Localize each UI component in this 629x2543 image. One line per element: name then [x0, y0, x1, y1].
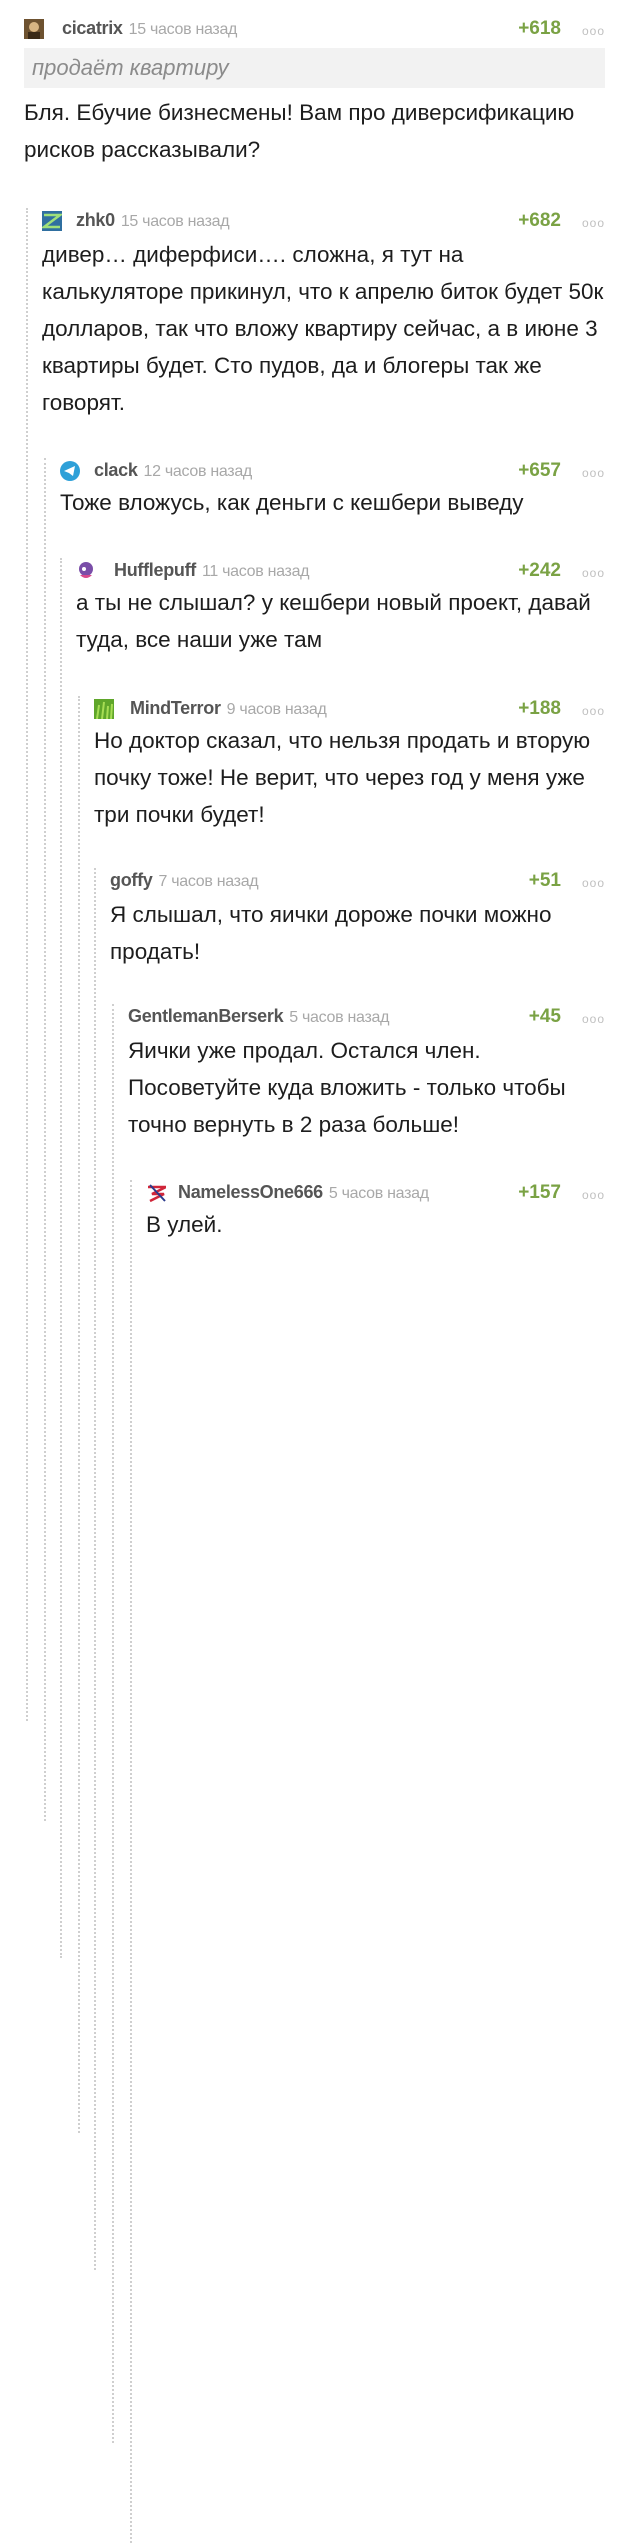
comment-text: Но доктор сказал, что нельзя продать и в…	[94, 728, 591, 827]
more-icon[interactable]: ooo	[582, 1012, 605, 1026]
comment: cicatrix 15 часов назад +618 ooo продаёт …	[24, 16, 605, 168]
avatar[interactable]	[42, 211, 62, 231]
zigzag-icon	[42, 211, 62, 231]
comment: clack 12 часов назад +657 ooo Тоже вложус…	[44, 458, 605, 1821]
timestamp[interactable]: 7 часов назад	[159, 873, 259, 890]
rating: +51	[528, 870, 561, 891]
comment: MindTerror 9 часов назад +188 ooo Но докт…	[78, 696, 605, 2133]
username-text[interactable]: Hufflepuff	[114, 560, 196, 580]
timestamp[interactable]: 15 часов назад	[121, 213, 230, 230]
more-icon[interactable]: ooo	[582, 876, 605, 890]
username-text[interactable]: NamelessOne666	[178, 1182, 323, 1202]
grass-icon	[94, 699, 114, 719]
username-text[interactable]: zhk0	[76, 210, 115, 230]
username[interactable]: goffy 7 часов назад	[110, 870, 259, 891]
username[interactable]: NamelessOne666 5 часов назад	[178, 1182, 429, 1203]
portrait-icon	[24, 19, 44, 39]
more-icon[interactable]: ooo	[582, 1188, 605, 1202]
rating: +618	[518, 18, 561, 39]
comment-header: cicatrix 15 часов назад +618 ooo	[24, 16, 605, 42]
timestamp[interactable]: 9 часов назад	[227, 701, 327, 718]
username[interactable]: Hufflepuff 11 часов назад	[114, 560, 310, 581]
pony-icon	[79, 562, 93, 578]
comment-text: Тоже вложусь, как деньги с кешбери вывед…	[60, 490, 524, 515]
thread-line[interactable]	[130, 1180, 132, 2543]
rating: +45	[528, 1006, 561, 1027]
telegram-icon	[60, 461, 80, 481]
comment-text: Я слышал, что яички дороже почки можно п…	[110, 902, 552, 964]
username[interactable]: clack 12 часов назад	[94, 460, 252, 481]
rating: +657	[518, 460, 561, 481]
comment-text: Бля. Ебучие бизнесмены! Вам про диверсиф…	[24, 100, 575, 162]
comment-header: clack 12 часов назад +657 ooo	[60, 458, 605, 484]
comment-header: Hufflepuff 11 часов назад +242 ooo	[76, 558, 605, 584]
username[interactable]: GentlemanBerserk 5 часов назад	[128, 1006, 389, 1027]
username-text[interactable]: cicatrix	[62, 18, 123, 38]
username-text[interactable]: MindTerror	[130, 698, 221, 718]
rating: +242	[518, 560, 561, 581]
rating: +157	[518, 1182, 561, 1203]
username[interactable]: MindTerror 9 часов назад	[130, 698, 327, 719]
comment: zhk0 15 часов назад +682 ooo дивер… дифер…	[26, 208, 605, 1721]
timestamp[interactable]: 11 часов назад	[202, 563, 310, 580]
comment-text: дивер… диферфиси…. сложна, я тут на каль…	[42, 242, 604, 415]
timestamp[interactable]: 15 часов назад	[129, 21, 238, 38]
more-icon[interactable]: ooo	[582, 704, 605, 718]
thread-line[interactable]	[26, 208, 28, 1721]
timestamp[interactable]: 5 часов назад	[289, 1009, 389, 1026]
more-icon[interactable]: ooo	[582, 24, 605, 38]
thread-line[interactable]	[60, 558, 62, 1958]
username-text[interactable]: goffy	[110, 870, 153, 890]
spiderman-logo-icon	[148, 1184, 166, 1203]
comment: NamelessOne666 5 часов назад +157 ooo В у…	[130, 1180, 605, 2543]
avatar[interactable]	[60, 461, 80, 481]
comment-text: а ты не слышал? у кешбери новый проект, …	[76, 590, 591, 652]
more-icon[interactable]: ooo	[582, 466, 605, 480]
thread-line[interactable]	[94, 868, 96, 2270]
avatar[interactable]	[76, 561, 96, 581]
story-quote[interactable]: продаёт квартиру	[24, 48, 605, 88]
avatar[interactable]	[146, 1183, 166, 1203]
username-text[interactable]: GentlemanBerserk	[128, 1006, 284, 1026]
comment-text: Яички уже продал. Остался член. Посовету…	[128, 1038, 566, 1137]
comment: goffy 7 часов назад +51 ooo Я слышал, что…	[94, 868, 605, 2270]
avatar[interactable]	[24, 19, 44, 39]
comment-header: NamelessOne666 5 часов назад +157 ooo	[146, 1180, 605, 1206]
comment-header: MindTerror 9 часов назад +188 ooo	[94, 696, 605, 722]
comment-header: GentlemanBerserk 5 часов назад +45 ooo	[128, 1004, 605, 1030]
thread-line[interactable]	[78, 696, 80, 2133]
username[interactable]: zhk0 15 часов назад	[76, 210, 230, 231]
thread-line[interactable]	[112, 1004, 114, 2443]
comment-text: В улей.	[146, 1212, 223, 1237]
avatar[interactable]	[94, 699, 114, 719]
more-icon[interactable]: ooo	[582, 566, 605, 580]
rating: +682	[518, 210, 561, 231]
timestamp[interactable]: 12 часов назад	[144, 463, 253, 480]
rating: +188	[518, 698, 561, 719]
timestamp[interactable]: 5 часов назад	[329, 1185, 429, 1202]
thread-line[interactable]	[44, 458, 46, 1821]
comment: GentlemanBerserk 5 часов назад +45 ooo Яи…	[112, 1004, 605, 2443]
comment-header: goffy 7 часов назад +51 ooo	[110, 868, 605, 894]
comment-header: zhk0 15 часов назад +682 ooo	[42, 208, 605, 234]
more-icon[interactable]: ooo	[582, 216, 605, 230]
comment: Hufflepuff 11 часов назад +242 ooo а ты н…	[60, 558, 605, 1958]
username-text[interactable]: clack	[94, 460, 138, 480]
username[interactable]: cicatrix 15 часов назад	[62, 18, 237, 39]
